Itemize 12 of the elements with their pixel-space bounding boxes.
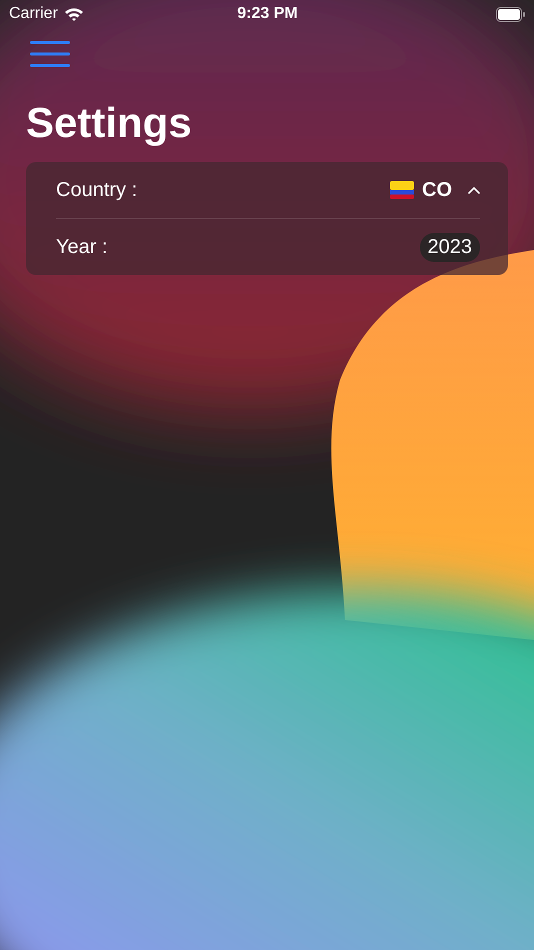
caret-icon	[468, 186, 480, 194]
country-dropdown[interactable]: CO	[390, 178, 480, 202]
menu-icon[interactable]	[30, 40, 70, 68]
setting-label: Country :	[56, 178, 138, 202]
wifi-icon	[64, 7, 84, 21]
page-title: Settings	[26, 102, 193, 144]
setting-label: Year :	[56, 236, 108, 258]
status-time: 9:23 PM	[237, 5, 298, 23]
carrier-label: Carrier	[9, 5, 58, 23]
year-picker[interactable]: 2023	[420, 232, 480, 262]
flag-icon	[390, 181, 414, 199]
battery-icon	[496, 6, 526, 22]
